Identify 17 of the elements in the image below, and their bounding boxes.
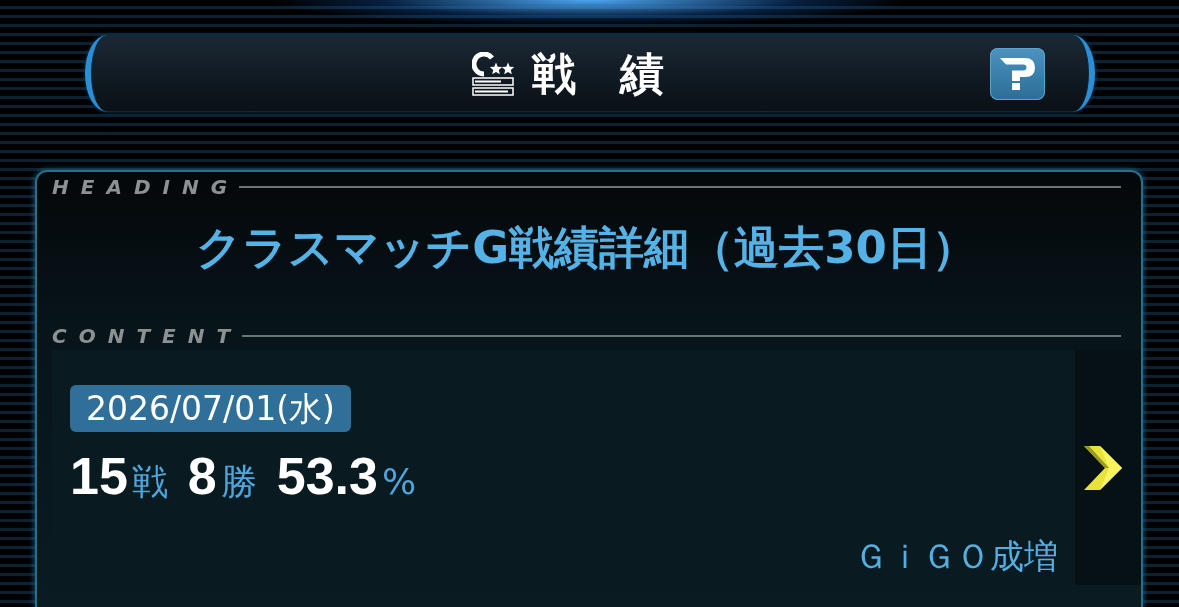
- stat-value: 8: [187, 446, 217, 506]
- date-badge: 2026/07/01(水): [70, 385, 351, 432]
- chevron-right-icon: [1083, 444, 1123, 491]
- stat-value: 15: [70, 446, 128, 506]
- help-icon: [999, 56, 1036, 91]
- store-name: ＧｉＧＯ成増: [854, 536, 1058, 576]
- heading-title: クラスマッチG戦績詳細（過去30日）: [195, 220, 978, 276]
- stat-unit: 戦: [131, 460, 168, 504]
- section-label: CONTENT: [52, 327, 243, 345]
- stat-value: 53.3: [276, 446, 378, 506]
- help-button[interactable]: [990, 47, 1045, 100]
- record-card[interactable]: 2026/07/01(水) 15戦 8勝 53.3% ＧｉＧＯ成増: [52, 350, 1141, 585]
- page-title: 戦 績: [532, 51, 664, 96]
- next-button[interactable]: [1075, 350, 1141, 585]
- stat-unit: %: [382, 460, 417, 504]
- stat-unit: 勝: [220, 460, 257, 504]
- section-label: HEADING: [52, 178, 240, 196]
